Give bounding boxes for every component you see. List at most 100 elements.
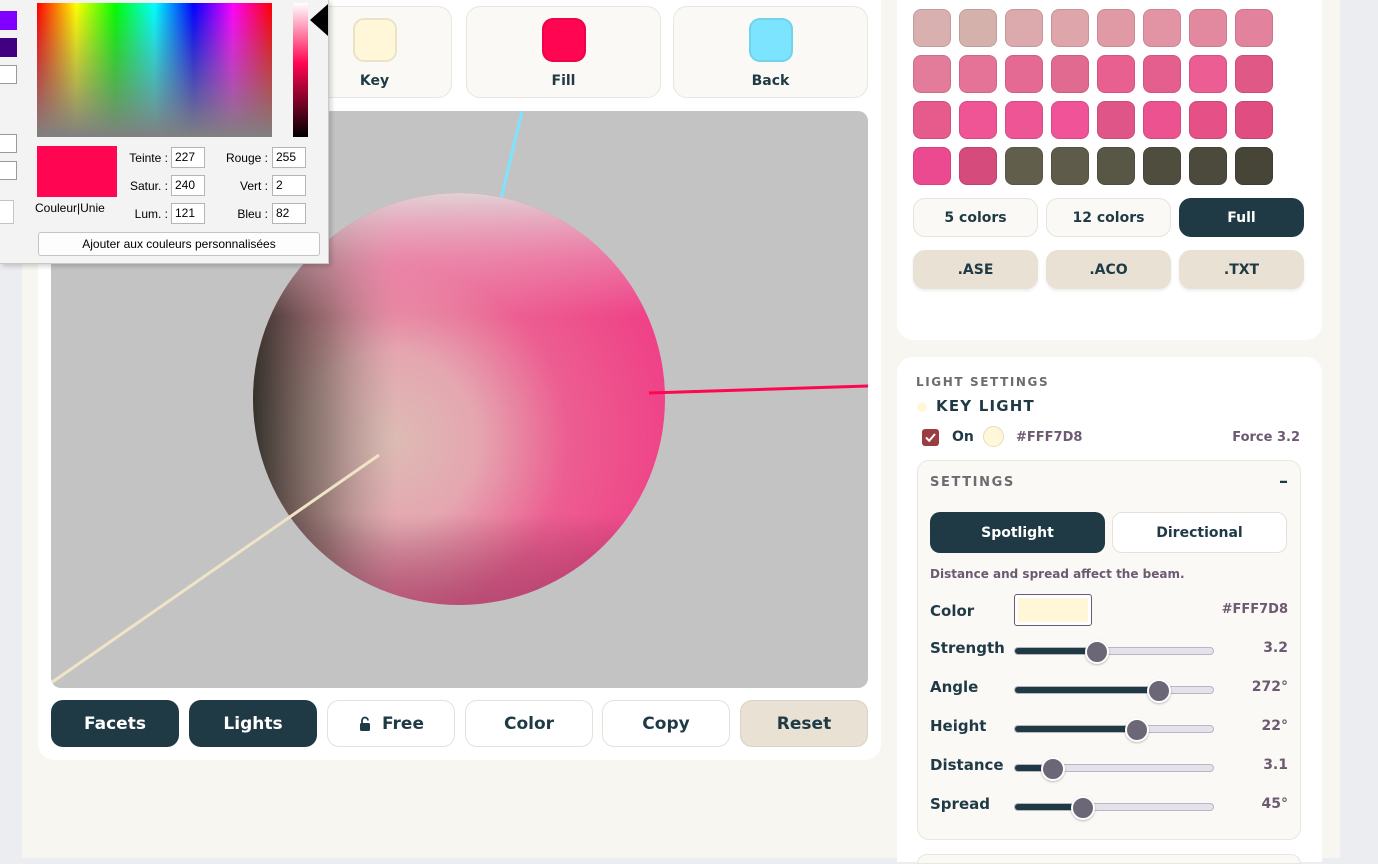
- slider-thumb[interactable]: [1041, 757, 1065, 781]
- directional-mode-button[interactable]: Directional: [1112, 512, 1287, 553]
- back-light-label: Back: [751, 73, 790, 89]
- export-ase-button[interactable]: .ASE: [913, 250, 1038, 289]
- palette-swatch[interactable]: [1189, 101, 1227, 139]
- export-aco-button[interactable]: .ACO: [1046, 250, 1171, 289]
- slider-fill: [1015, 726, 1137, 732]
- fill-light-swatch[interactable]: [541, 18, 586, 62]
- fill-light-label: Fill: [551, 73, 576, 89]
- palette-swatch[interactable]: [1051, 55, 1089, 93]
- palette-swatch[interactable]: [1005, 147, 1043, 185]
- luminosity-label: Lum. :: [134, 207, 168, 221]
- palette-swatch[interactable]: [1051, 9, 1089, 47]
- palette-swatch[interactable]: [1143, 101, 1181, 139]
- twelve-colors-button[interactable]: 12 colors: [1046, 198, 1171, 237]
- palette-swatch[interactable]: [1189, 147, 1227, 185]
- palette-swatch[interactable]: [1005, 9, 1043, 47]
- collapse-settings-button[interactable]: –: [1279, 471, 1288, 492]
- angle-slider[interactable]: [1014, 679, 1214, 703]
- palette-swatch[interactable]: [959, 9, 997, 47]
- key-light-on-checkbox[interactable]: [922, 429, 939, 446]
- palette-swatch[interactable]: [1097, 9, 1135, 47]
- palette-swatch[interactable]: [1051, 101, 1089, 139]
- custom-color-swatch[interactable]: [0, 134, 17, 153]
- palette-swatch[interactable]: [1097, 147, 1135, 185]
- color-button[interactable]: Color: [465, 700, 593, 747]
- palette-swatch[interactable]: [913, 101, 951, 139]
- slider-thumb[interactable]: [1071, 796, 1095, 820]
- green-label: Vert :: [239, 179, 268, 193]
- fill-light-card[interactable]: Fill: [466, 6, 661, 98]
- lights-button[interactable]: Lights: [189, 700, 317, 747]
- basic-color-swatch[interactable]: [0, 38, 17, 57]
- five-colors-button[interactable]: 5 colors: [913, 198, 1038, 237]
- strength-slider[interactable]: [1014, 640, 1214, 664]
- palette-swatch[interactable]: [1235, 147, 1273, 185]
- export-txt-button[interactable]: .TXT: [1179, 250, 1304, 289]
- define-custom-colors-button[interactable]: [0, 200, 14, 224]
- slider-value-distance: 3.1: [1263, 757, 1288, 773]
- checkmark-icon: [925, 433, 936, 443]
- luminosity-arrow-icon[interactable]: [310, 4, 328, 36]
- copy-button[interactable]: Copy: [602, 700, 730, 747]
- color-picker-dialog: Couleur|Unie Teinte : 227 Satur. : 240 L…: [0, 0, 329, 264]
- distance-slider[interactable]: [1014, 757, 1214, 781]
- slider-value-angle: 272°: [1251, 679, 1288, 695]
- palette-swatch[interactable]: [1097, 101, 1135, 139]
- palette-swatch[interactable]: [1189, 55, 1227, 93]
- palette-swatch[interactable]: [959, 55, 997, 93]
- facets-button[interactable]: Facets: [51, 700, 179, 747]
- slider-thumb[interactable]: [1085, 640, 1109, 664]
- custom-color-swatch[interactable]: [0, 161, 17, 180]
- custom-color-swatch[interactable]: [0, 65, 17, 84]
- color-spectrum[interactable]: [37, 3, 272, 137]
- slider-thumb[interactable]: [1147, 679, 1171, 703]
- window-gutter: [1340, 0, 1378, 862]
- light-color-hex: #FFF7D8: [1221, 602, 1288, 617]
- luminosity-slider[interactable]: [293, 3, 308, 137]
- palette-swatch[interactable]: [1005, 55, 1043, 93]
- key-light-color-dot[interactable]: [983, 426, 1004, 447]
- free-button-label: Free: [382, 713, 424, 734]
- add-custom-color-button[interactable]: Ajouter aux couleurs personnalisées: [38, 232, 320, 256]
- blue-input[interactable]: 82: [272, 203, 306, 224]
- red-input[interactable]: 255: [272, 147, 306, 168]
- palette-swatch[interactable]: [1235, 9, 1273, 47]
- palette-swatch[interactable]: [1189, 9, 1227, 47]
- hue-input[interactable]: 227: [171, 147, 205, 168]
- spotlight-mode-button[interactable]: Spotlight: [930, 512, 1105, 553]
- key-light-title: KEY LIGHT: [936, 397, 1035, 415]
- basic-color-swatch[interactable]: [0, 11, 17, 30]
- height-slider[interactable]: [1014, 718, 1214, 742]
- back-light-card[interactable]: Back: [673, 6, 868, 98]
- hue-label: Teinte :: [129, 151, 168, 165]
- palette-swatch[interactable]: [1097, 55, 1135, 93]
- free-button[interactable]: Free: [327, 700, 455, 747]
- palette-swatch[interactable]: [913, 55, 951, 93]
- light-color-picker[interactable]: [1014, 594, 1092, 626]
- palette-swatch[interactable]: [913, 9, 951, 47]
- luminosity-input[interactable]: 121: [171, 203, 205, 224]
- reset-button[interactable]: Reset: [740, 700, 868, 747]
- slider-thumb[interactable]: [1125, 718, 1149, 742]
- palette-swatch[interactable]: [1143, 55, 1181, 93]
- slider-label-height: Height: [930, 717, 987, 735]
- palette-swatch[interactable]: [1051, 147, 1089, 185]
- spread-slider[interactable]: [1014, 796, 1214, 820]
- green-input[interactable]: 2: [272, 175, 306, 196]
- palette-swatch[interactable]: [959, 101, 997, 139]
- palette-swatch[interactable]: [913, 147, 951, 185]
- key-light-beam: [51, 453, 380, 685]
- back-light-swatch[interactable]: [748, 18, 793, 62]
- palette-swatch[interactable]: [1143, 9, 1181, 47]
- palette-swatch[interactable]: [1143, 147, 1181, 185]
- saturation-input[interactable]: 240: [171, 175, 205, 196]
- palette-panel: 5 colors 12 colors Full .ASE .ACO .TXT: [897, 0, 1322, 340]
- settings-card: SETTINGS – Spotlight Directional Distanc…: [917, 460, 1301, 840]
- palette-swatch[interactable]: [1005, 101, 1043, 139]
- slider-fill: [1015, 687, 1159, 693]
- palette-swatch[interactable]: [1235, 101, 1273, 139]
- full-palette-button[interactable]: Full: [1179, 198, 1304, 237]
- palette-swatch[interactable]: [1235, 55, 1273, 93]
- palette-swatch[interactable]: [959, 147, 997, 185]
- key-light-swatch[interactable]: [352, 18, 397, 62]
